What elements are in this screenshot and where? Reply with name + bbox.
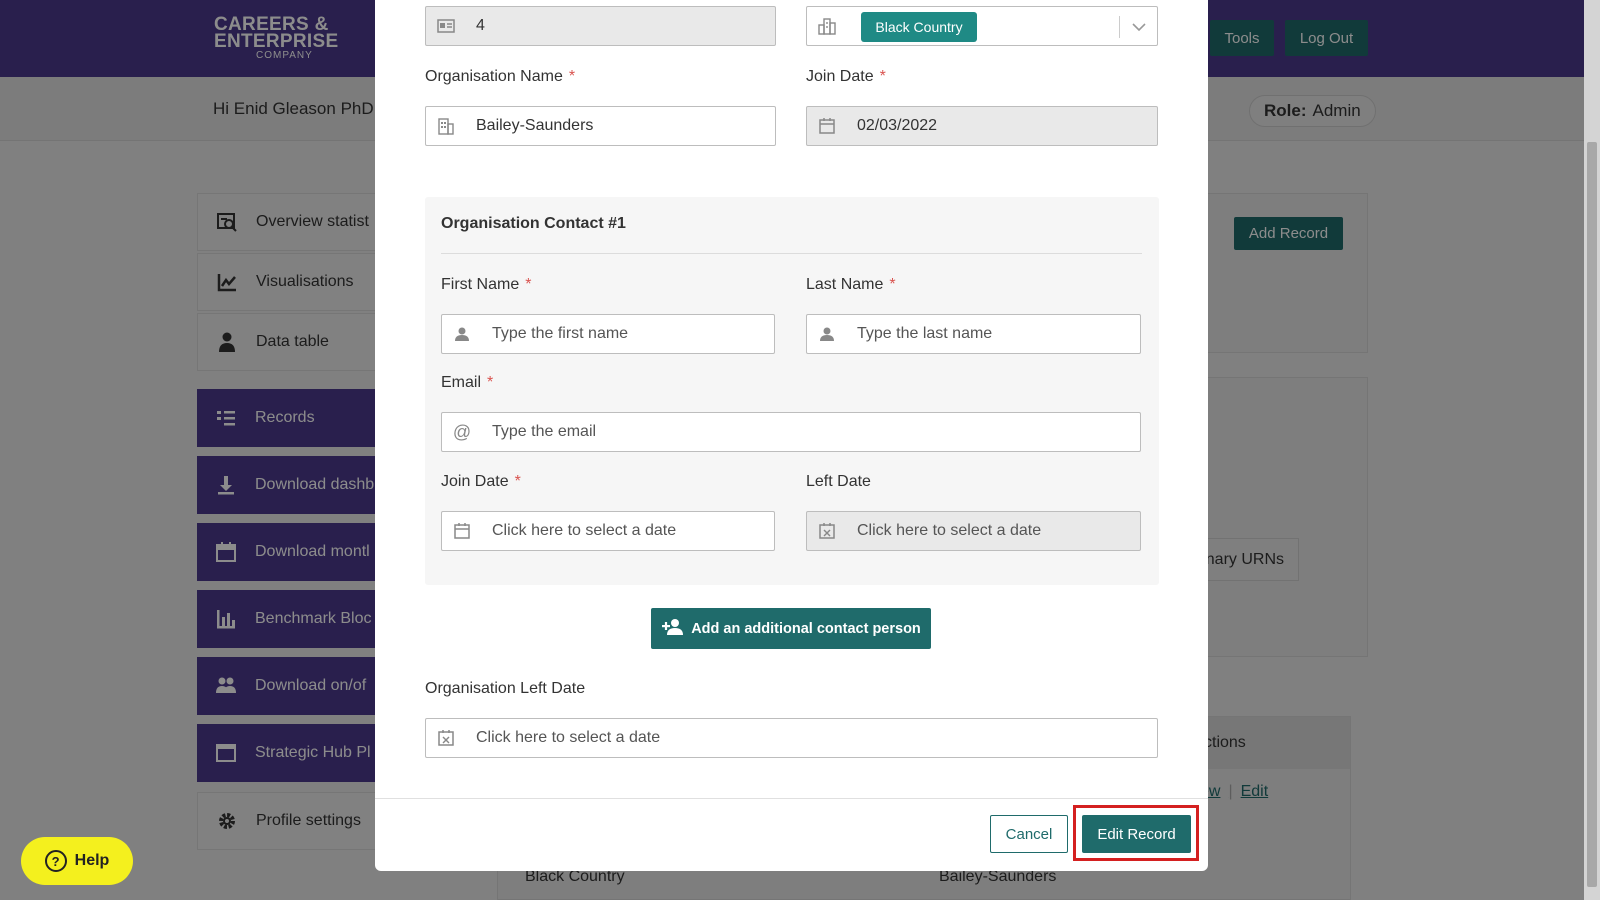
- last-name-label-text: Last Name: [806, 276, 884, 293]
- organisation-id-value: 4: [476, 17, 485, 34]
- at-sign-icon: @: [452, 421, 472, 442]
- organisation-left-date-input[interactable]: [476, 729, 1157, 747]
- help-label: Help: [74, 852, 110, 869]
- contact-join-date-field[interactable]: [441, 511, 775, 551]
- left-date-label: Left Date: [806, 473, 871, 490]
- organisation-left-date-field[interactable]: [425, 718, 1158, 758]
- contact-section-title: Organisation Contact #1: [441, 215, 626, 232]
- chevron-down-icon[interactable]: [1128, 16, 1150, 38]
- scrollbar-thumb[interactable]: [1587, 142, 1597, 887]
- building-icon: [436, 116, 456, 136]
- left-date-input: [857, 522, 1140, 540]
- add-contact-label: Add an additional contact person: [691, 620, 921, 637]
- contact-join-date-input[interactable]: [492, 522, 774, 540]
- region-tag[interactable]: Black Country: [861, 12, 977, 42]
- required-mark: *: [879, 68, 886, 85]
- add-contact-person-button[interactable]: Add an additional contact person: [651, 608, 931, 649]
- calendar-x-icon: [436, 728, 456, 748]
- required-mark: *: [514, 473, 521, 490]
- organisation-id-field: 4: [425, 6, 776, 46]
- question-icon: ?: [44, 850, 67, 872]
- city-icon: [817, 16, 837, 36]
- first-name-label-text: First Name: [441, 276, 520, 293]
- email-field[interactable]: @: [441, 412, 1141, 452]
- help-button[interactable]: ? Help: [21, 837, 133, 885]
- left-date-field: [806, 511, 1141, 551]
- user-icon: [817, 324, 837, 344]
- organisation-left-date-label: Organisation Left Date: [425, 680, 586, 697]
- user-icon: [452, 324, 472, 344]
- required-mark: *: [487, 374, 494, 391]
- user-plus-icon: [661, 618, 685, 640]
- organisation-name-label: Organisation Name *: [425, 68, 575, 86]
- required-mark: *: [889, 276, 896, 293]
- email-input[interactable]: [492, 423, 1140, 441]
- organisation-name-input[interactable]: [476, 117, 775, 135]
- contact-join-date-label-text: Join Date: [441, 473, 509, 490]
- modal-footer-divider: [375, 798, 1208, 799]
- join-date-label-text: Join Date: [806, 68, 874, 85]
- calendar-icon: [452, 521, 472, 541]
- cancel-button[interactable]: Cancel: [990, 815, 1068, 853]
- id-card-icon: [436, 16, 456, 36]
- last-name-input[interactable]: [857, 325, 1140, 343]
- join-date-value: 02/03/2022: [857, 117, 938, 134]
- last-name-field[interactable]: [806, 314, 1141, 354]
- first-name-label: First Name *: [441, 276, 531, 294]
- contact-join-date-label: Join Date *: [441, 473, 521, 491]
- last-name-label: Last Name *: [806, 276, 896, 294]
- join-date-label: Join Date *: [806, 68, 886, 86]
- page-scrollbar[interactable]: [1584, 0, 1600, 900]
- organisation-name-label-text: Organisation Name: [425, 68, 563, 85]
- required-mark: *: [525, 276, 532, 293]
- calendar-x-icon: [817, 521, 837, 541]
- region-select[interactable]: [806, 6, 1158, 46]
- select-divider: [1119, 16, 1120, 38]
- calendar-icon: [817, 116, 837, 136]
- organisation-name-field[interactable]: [425, 106, 776, 146]
- email-label-text: Email: [441, 374, 482, 391]
- first-name-input[interactable]: [492, 325, 774, 343]
- email-label: Email *: [441, 374, 493, 392]
- required-mark: *: [568, 68, 576, 85]
- contact-divider: [441, 253, 1142, 254]
- join-date-field: 02/03/2022: [806, 106, 1158, 146]
- first-name-field[interactable]: [441, 314, 775, 354]
- edit-record-button[interactable]: Edit Record: [1082, 815, 1191, 853]
